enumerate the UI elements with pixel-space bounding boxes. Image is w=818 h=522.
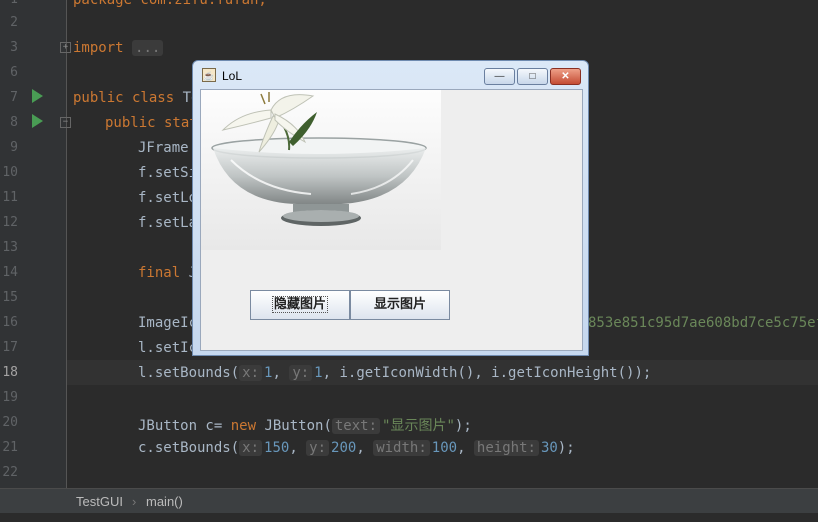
number-literal: 200 xyxy=(331,440,357,456)
line-number: 15 xyxy=(2,290,18,305)
code-line-seticon[interactable]: l.setIc xyxy=(138,340,197,356)
maximize-button[interactable]: □ xyxy=(517,68,548,85)
breadcrumb-method[interactable]: main() xyxy=(146,494,183,509)
keyword: new xyxy=(230,418,257,434)
window-title: LoL xyxy=(222,69,243,83)
run-main-icon[interactable] xyxy=(32,114,43,128)
keyword: public stat xyxy=(105,115,198,131)
param-hint-x: x: xyxy=(239,440,263,456)
line-number: 3 xyxy=(10,40,18,55)
number-literal: 1 xyxy=(264,365,273,381)
param-hint-text: text: xyxy=(331,418,381,434)
line-number: 14 xyxy=(2,265,18,280)
code-text: ); xyxy=(557,440,575,456)
folded-imports[interactable]: ... xyxy=(132,40,164,56)
keyword: import xyxy=(73,40,124,56)
line-number: 16 xyxy=(2,315,18,330)
code-line-import[interactable]: import ... xyxy=(73,40,165,56)
code-line-setlocation[interactable]: f.setLo xyxy=(138,190,197,206)
keyword: final xyxy=(138,265,181,281)
code-text: ); xyxy=(454,418,472,434)
line-number: 9 xyxy=(10,140,18,155)
param-hint-height: height: xyxy=(473,440,539,456)
code-text: , i.getIconWidth(), i.getIconHeight()); xyxy=(322,365,652,381)
line-number: 7 xyxy=(10,90,18,105)
string-literal: "显示图片" xyxy=(382,418,455,434)
flower-bowl-image xyxy=(201,90,441,250)
number-literal: 150 xyxy=(264,440,290,456)
code-line-imageicon[interactable]: ImageIc xyxy=(138,315,197,331)
line-number: 6 xyxy=(10,65,18,80)
minimize-button[interactable]: — xyxy=(484,68,515,85)
fold-collapse-icon[interactable]: − xyxy=(60,117,71,128)
editor-bottom-strip xyxy=(0,513,818,522)
code-line-setbounds-button[interactable]: c.setBounds(x: 150, y: 200, width: 100, hei… xyxy=(138,440,575,456)
editor-gutter: 1 2 3 6 7 8 9 10 11 12 13 14 15 16 17 18… xyxy=(0,0,71,488)
line-number: 10 xyxy=(2,165,18,180)
line-number: 8 xyxy=(10,115,18,130)
line-number: 13 xyxy=(2,240,18,255)
run-class-icon[interactable] xyxy=(32,89,43,103)
code-text: l.setBounds( xyxy=(138,365,240,381)
code-line-setsize[interactable]: f.setSi xyxy=(138,165,197,181)
hide-image-button[interactable]: 隐藏图片 xyxy=(250,290,350,320)
code-line-jbutton[interactable]: JButton c= new JButton(text: "显示图片"); xyxy=(138,415,472,435)
param-hint-y: y: xyxy=(306,440,330,456)
line-number: 11 xyxy=(2,190,18,205)
param-hint-y: y: xyxy=(289,365,313,381)
line-number: 20 xyxy=(2,415,18,430)
code-line-setbounds-label[interactable]: l.setBounds(x: 1, y: 1, i.getIconWidth(), … xyxy=(138,365,651,381)
line-number: 21 xyxy=(2,440,18,455)
window-content-pane: 隐藏图片 显示图片 xyxy=(200,89,583,351)
breadcrumb-bar: TestGUI › main() xyxy=(0,488,818,514)
code-line-package[interactable]: package com.zifu.fufan; xyxy=(73,0,267,8)
window-titlebar[interactable]: ☕ LoL — □ ✕ xyxy=(193,61,588,89)
keyword: public class xyxy=(73,90,175,106)
breadcrumb-separator-icon: › xyxy=(132,494,137,509)
fold-expand-icon[interactable]: + xyxy=(60,42,71,53)
code-line-main[interactable]: public stat xyxy=(105,115,198,131)
line-number: 2 xyxy=(10,15,18,30)
show-image-button[interactable]: 显示图片 xyxy=(350,290,450,320)
show-image-label: 显示图片 xyxy=(373,297,426,312)
code-line-jframe[interactable]: JFrame xyxy=(138,140,189,156)
line-number-current: 18 xyxy=(2,365,18,380)
line-number: 17 xyxy=(2,340,18,355)
swing-window[interactable]: ☕ LoL — □ ✕ 隐藏图片 显示图片 xyxy=(192,60,589,356)
line-number: 22 xyxy=(2,465,18,480)
code-text: JButton( xyxy=(256,418,332,434)
number-literal: 30 xyxy=(540,440,558,456)
close-button[interactable]: ✕ xyxy=(550,68,581,85)
code-line-final[interactable]: final J xyxy=(138,265,197,281)
java-app-icon: ☕ xyxy=(202,68,216,82)
code-text: JButton c= xyxy=(138,418,231,434)
code-line-imageicon-string-tail: 853e851c95d7ae608bd7ce5c75efc xyxy=(588,315,818,331)
code-line-class[interactable]: public class Te xyxy=(73,90,199,106)
breadcrumb-class[interactable]: TestGUI xyxy=(76,494,123,509)
line-number: 1 xyxy=(0,0,18,7)
hide-image-label: 隐藏图片 xyxy=(271,296,328,313)
line-number: 12 xyxy=(2,215,18,230)
number-literal: 100 xyxy=(431,440,458,456)
number-literal: 1 xyxy=(314,365,323,381)
line-number: 19 xyxy=(2,390,18,405)
param-hint-width: width: xyxy=(373,440,430,456)
code-text: c.setBounds( xyxy=(138,440,240,456)
code-line-setlayout[interactable]: f.setLa xyxy=(138,215,197,231)
param-hint-x: x: xyxy=(239,365,263,381)
glass-bowl-lily-icon xyxy=(211,92,427,226)
